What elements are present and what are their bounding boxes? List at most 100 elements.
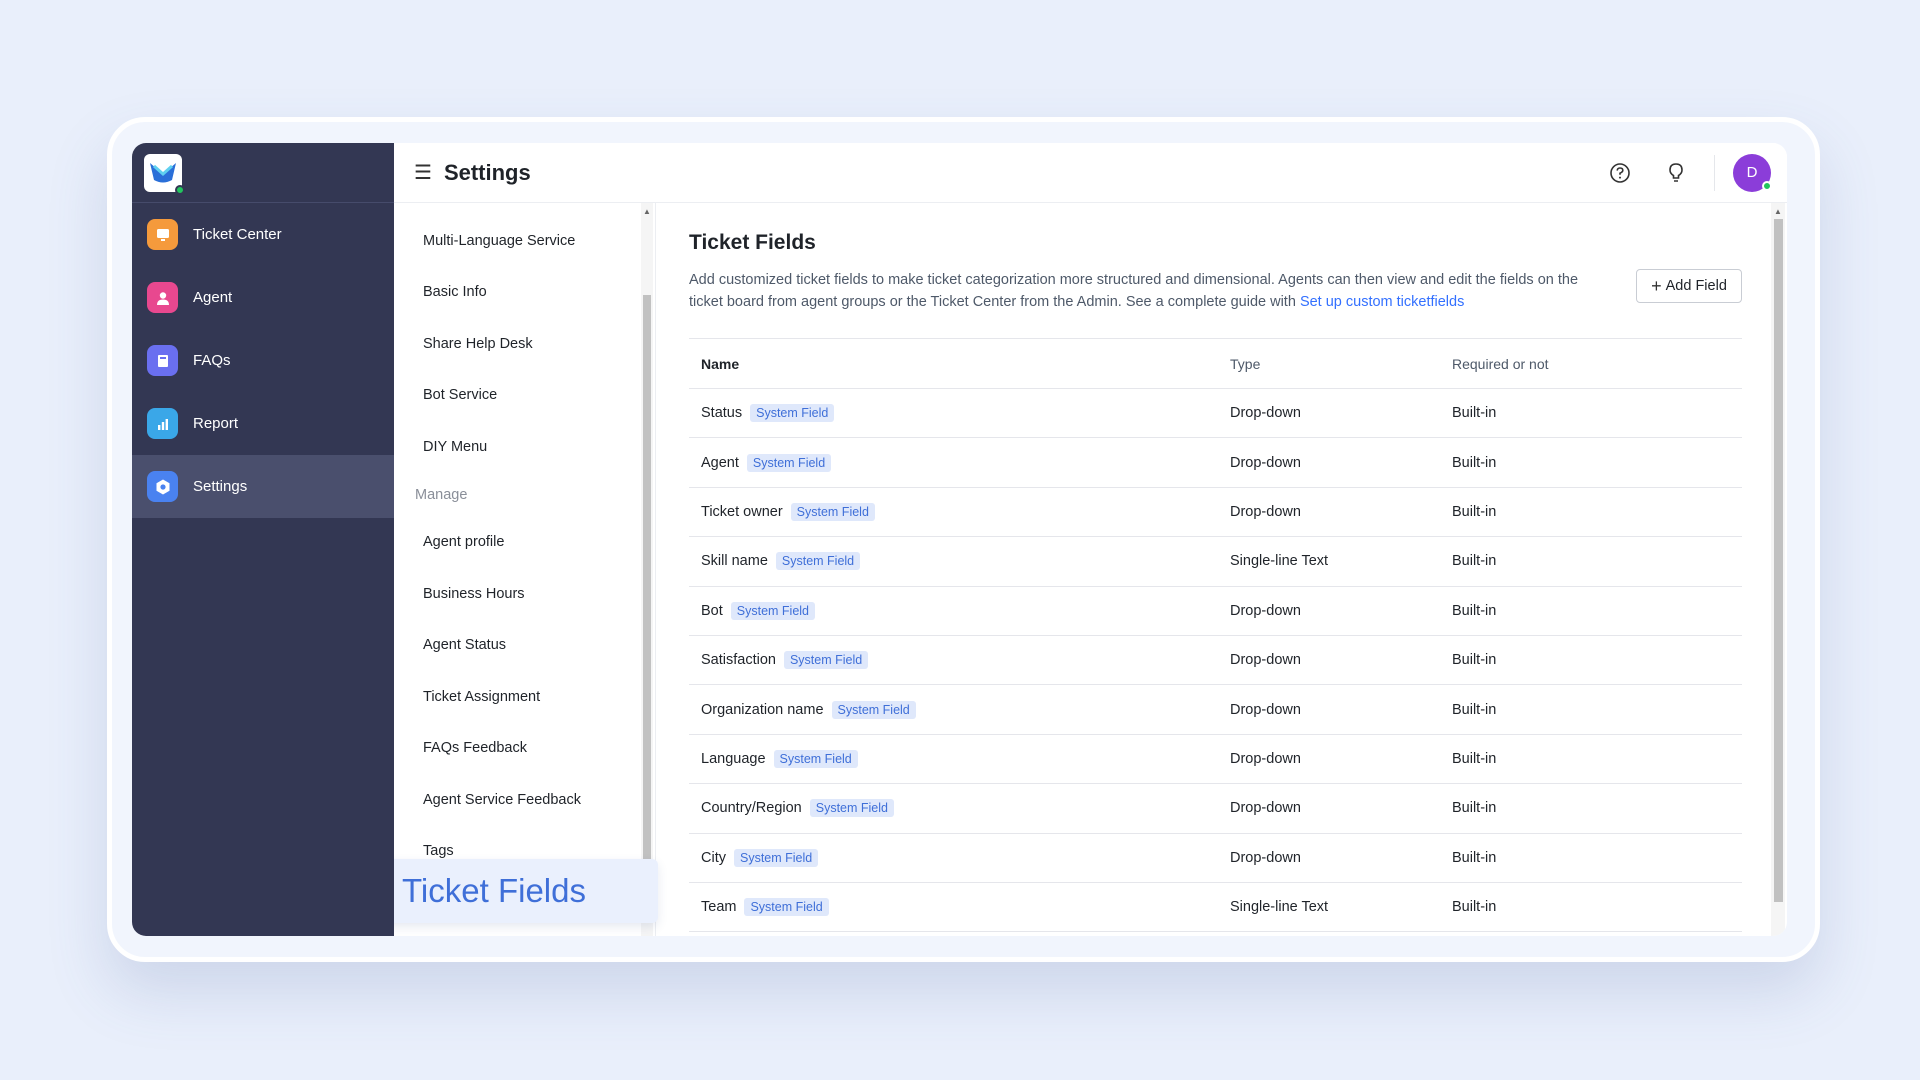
field-name-cell: Skill name System Field: [689, 536, 1230, 587]
submenu-item-bot-service[interactable]: Bot Service: [394, 370, 655, 422]
field-name: Bot: [701, 602, 723, 619]
field-name: Team: [701, 898, 737, 915]
field-required: Built-in: [1452, 388, 1742, 439]
submenu-scrollbar[interactable]: ▲: [641, 203, 653, 936]
header-divider: [1714, 154, 1715, 191]
field-required: Built-in: [1452, 536, 1742, 587]
table-row[interactable]: Language System Field Drop-down Built-in: [689, 734, 1742, 785]
table-row[interactable]: Ticket owner System Field Drop-down Built-i…: [689, 487, 1742, 538]
menu-icon[interactable]: ☰: [414, 160, 432, 185]
field-name-cell: City System Field: [689, 833, 1230, 883]
nav-item-report[interactable]: Report: [132, 392, 394, 455]
system-field-badge: System Field: [750, 404, 835, 423]
table-row[interactable]: Team System Field Single-line Text Built-in: [689, 882, 1742, 933]
submenu-item-share-help-desk[interactable]: Share Help Desk: [394, 318, 655, 370]
avatar[interactable]: D: [1733, 153, 1772, 192]
help-icon[interactable]: [1607, 160, 1633, 186]
field-type: Drop-down: [1230, 783, 1452, 834]
field-name: Skill name: [701, 553, 768, 570]
field-type: Drop-down: [1230, 684, 1452, 735]
field-type: Drop-down: [1230, 833, 1452, 883]
header-type: Type: [1230, 338, 1452, 389]
ticket-fields-table: Name Type Required or not Status System F…: [689, 338, 1742, 933]
logo-area: [132, 143, 394, 203]
submenu-group-label: Manage: [415, 486, 468, 503]
submenu-item-ticket-fields[interactable]: Ticket Fields: [394, 859, 658, 923]
field-required: Built-in: [1452, 635, 1742, 686]
field-name: Satisfaction: [701, 651, 776, 668]
table-row[interactable]: Bot System Field Drop-down Built-in: [689, 586, 1742, 636]
nav-item-label: Ticket Center: [193, 226, 282, 243]
submenu-item-faqs-feedback[interactable]: FAQs Feedback: [394, 723, 655, 775]
field-name: City: [701, 849, 726, 866]
content-scrollbar[interactable]: ▲: [1771, 203, 1785, 936]
field-name-cell: Country/Region System Field: [689, 783, 1230, 834]
field-type: Drop-down: [1230, 388, 1452, 439]
nav-item-settings[interactable]: Settings: [132, 455, 394, 518]
submenu-item-business-hours[interactable]: Business Hours: [394, 568, 655, 620]
field-required: Built-in: [1452, 783, 1742, 834]
submenu-item-ticket-assignment[interactable]: Ticket Assignment: [394, 671, 655, 723]
content-panel: Ticket Fields Add customized ticket fiel…: [656, 203, 1787, 936]
monitor-icon: [147, 219, 178, 250]
table-row[interactable]: Skill name System Field Single-line Text Bu…: [689, 536, 1742, 587]
table-row[interactable]: Satisfaction System Field Drop-down Built-i…: [689, 635, 1742, 686]
app-window: Ticket Center Agent FAQs Report Settings ☰ S…: [132, 143, 1787, 936]
system-field-badge: System Field: [783, 651, 869, 670]
field-type: Drop-down: [1230, 635, 1452, 686]
field-name: Agent: [701, 454, 739, 471]
header-name: Name: [689, 338, 1230, 389]
lightbulb-icon[interactable]: [1663, 160, 1689, 186]
submenu-item-agent-profile[interactable]: Agent profile: [394, 517, 655, 569]
nav-item-ticket-center[interactable]: Ticket Center: [132, 203, 394, 266]
submenu-item-agent-service-feedback[interactable]: Agent Service Feedback: [394, 774, 655, 826]
submenu-item-diy-menu[interactable]: DIY Menu: [394, 421, 655, 473]
field-type: Drop-down: [1230, 586, 1452, 636]
field-type: Single-line Text: [1230, 882, 1452, 933]
table-row[interactable]: Agent System Field Drop-down Built-in: [689, 437, 1742, 488]
book-icon: [147, 345, 178, 376]
table-row[interactable]: Status System Field Drop-down Built-in: [689, 388, 1742, 439]
bar-chart-icon: [147, 408, 178, 439]
app-logo[interactable]: [144, 153, 185, 195]
guide-link[interactable]: Set up custom ticketfields: [1300, 294, 1464, 310]
field-required: Built-in: [1452, 833, 1742, 883]
nav-item-label: Report: [193, 415, 239, 432]
nav-item-label: Agent: [193, 289, 233, 306]
field-type: Single-line Text: [1230, 536, 1452, 587]
field-name: Ticket owner: [701, 503, 783, 520]
field-type: Drop-down: [1230, 734, 1452, 785]
submenu-item-agent-status[interactable]: Agent Status: [394, 620, 655, 672]
field-type: Drop-down: [1230, 437, 1452, 488]
system-field-badge: System Field: [790, 502, 875, 521]
field-name: Organization name: [701, 701, 824, 718]
field-required: Built-in: [1452, 487, 1742, 538]
submenu-item-basic-info[interactable]: Basic Info: [394, 267, 655, 319]
left-nav: Ticket Center Agent FAQs Report Settings: [132, 143, 394, 936]
submenu-item-multi-language-service[interactable]: Multi-Language Service: [394, 215, 655, 267]
field-required: Built-in: [1452, 586, 1742, 636]
field-required: Built-in: [1452, 882, 1742, 933]
table-row[interactable]: Country/Region System Field Drop-down Built…: [689, 783, 1742, 834]
system-field-badge: System Field: [773, 749, 858, 768]
nav-item-label: FAQs: [193, 352, 231, 369]
field-name: Country/Region: [701, 800, 802, 817]
table-row[interactable]: City System Field Drop-down Built-in: [689, 833, 1742, 883]
field-name-cell: Agent System Field: [689, 437, 1230, 488]
table-row[interactable]: Organization name System Field Drop-down Bu…: [689, 684, 1742, 735]
settings-body: Multi-Language Service Basic Info Share He…: [394, 203, 1787, 936]
avatar-initial: D: [1746, 164, 1758, 181]
settings-submenu: Multi-Language Service Basic Info Share He…: [394, 203, 658, 936]
description: Add customized ticket fields to make tic…: [689, 269, 1599, 313]
field-name: Status: [701, 405, 743, 422]
field-name-cell: Language System Field: [689, 734, 1230, 785]
page-title: Settings: [443, 159, 531, 185]
add-field-button[interactable]: + Add Field: [1636, 269, 1742, 303]
field-required: Built-in: [1452, 734, 1742, 785]
field-name-cell: Team System Field: [689, 882, 1230, 933]
field-name-cell: Status System Field: [689, 388, 1230, 439]
system-field-badge: System Field: [733, 848, 819, 867]
nav-item-faqs[interactable]: FAQs: [132, 329, 394, 392]
nav-item-agent[interactable]: Agent: [132, 266, 394, 329]
field-name-cell: Organization name System Field: [689, 684, 1230, 735]
